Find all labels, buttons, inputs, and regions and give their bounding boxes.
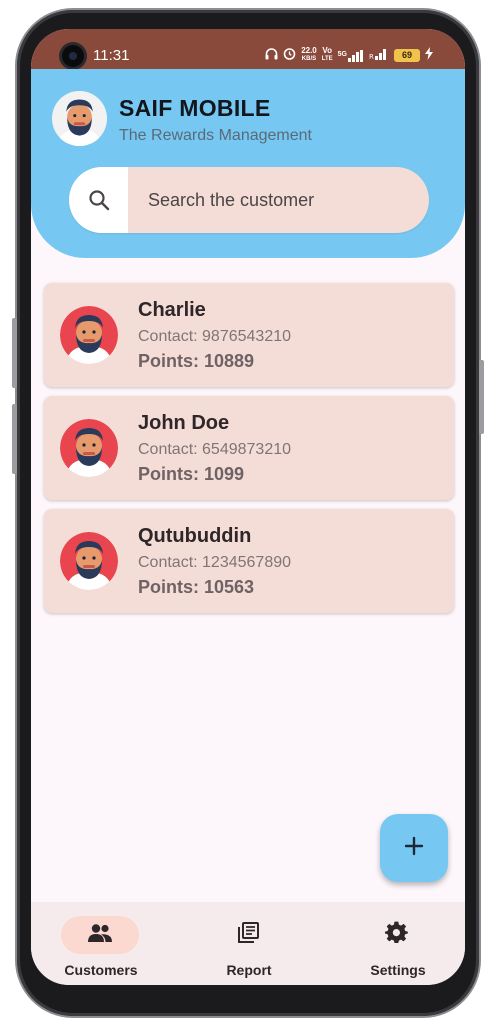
volte-top: Vo	[322, 46, 333, 55]
customer-name: John Doe	[138, 412, 230, 434]
customer-card[interactable]: Qutubuddin Contact: 1234567890 Points: 1…	[44, 509, 454, 613]
customer-points: Points: 1099	[138, 464, 245, 484]
search-input[interactable]: Search the customer	[148, 190, 314, 211]
status-icons: 22.0 KB/S Vo LTE 5G R 69	[265, 47, 433, 63]
gear-icon	[385, 921, 409, 950]
app-subtitle: The Rewards Management	[119, 127, 312, 144]
nav-label-settings: Settings	[370, 962, 426, 978]
volte-bottom: LTE	[321, 56, 333, 62]
customer-avatar	[60, 419, 118, 477]
search-icon[interactable]	[69, 167, 128, 233]
nav-icon-holder[interactable]	[358, 916, 436, 954]
app-screen: 11:31 22.0 KB/S Vo LTE 5G R 69 SAIF MOBI…	[31, 29, 465, 985]
network-type: 5G	[337, 51, 347, 58]
app-logo-avatar	[52, 91, 107, 146]
search-bar[interactable]: Search the customer	[69, 167, 429, 233]
customer-name: Charlie	[138, 299, 206, 321]
nav-icon-holder[interactable]	[209, 916, 287, 954]
battery-indicator: 69	[394, 48, 420, 62]
app-header: SAIF MOBILE The Rewards Management Searc…	[31, 69, 465, 258]
app-title: SAIF MOBILE	[119, 95, 271, 121]
volume-down-button	[12, 404, 17, 474]
alarm-icon	[283, 47, 296, 63]
customer-card[interactable]: Charlie Contact: 9876543210 Points: 1088…	[44, 283, 454, 387]
report-icon	[236, 921, 260, 950]
headphones-icon	[265, 47, 278, 63]
net-speed: 22.0 KB/S	[301, 47, 317, 63]
front-camera	[62, 45, 84, 67]
add-customer-button[interactable]	[380, 814, 448, 882]
customer-contact: Contact: 1234567890	[138, 554, 292, 571]
charging-icon	[425, 47, 433, 63]
signal-5g-icon: 5G	[338, 48, 364, 62]
plus-icon	[404, 836, 424, 861]
net-speed-value: 22.0	[301, 46, 317, 55]
people-icon	[86, 923, 114, 948]
status-time: 11:31	[93, 47, 130, 64]
nav-active-indicator[interactable]	[61, 916, 139, 954]
customer-avatar	[60, 532, 118, 590]
nav-label-report: Report	[226, 962, 272, 978]
customer-name: Qutubuddin	[138, 525, 252, 547]
nav-item-report[interactable]: Report	[179, 902, 319, 985]
nav-label-customers: Customers	[64, 962, 138, 978]
signal-icon: R	[369, 48, 389, 63]
volte-indicator: Vo LTE	[322, 47, 333, 63]
nav-item-customers[interactable]: Customers	[31, 902, 171, 985]
customer-avatar	[60, 306, 118, 364]
net-speed-unit: KB/S	[301, 56, 317, 62]
customer-contact: Contact: 9876543210	[138, 328, 292, 345]
customer-points: Points: 10563	[138, 577, 255, 597]
nav-item-settings[interactable]: Settings	[328, 902, 465, 985]
customer-card[interactable]: John Doe Contact: 6549873210 Points: 109…	[44, 396, 454, 500]
svg-text:R: R	[369, 53, 374, 60]
customer-points: Points: 10889	[138, 351, 255, 371]
volume-up-button	[12, 318, 17, 388]
status-bar: 11:31 22.0 KB/S Vo LTE 5G R 69	[31, 29, 465, 69]
bottom-navigation: Customers Report Settings	[31, 902, 465, 985]
customer-contact: Contact: 6549873210	[138, 441, 292, 458]
power-button	[479, 360, 484, 434]
